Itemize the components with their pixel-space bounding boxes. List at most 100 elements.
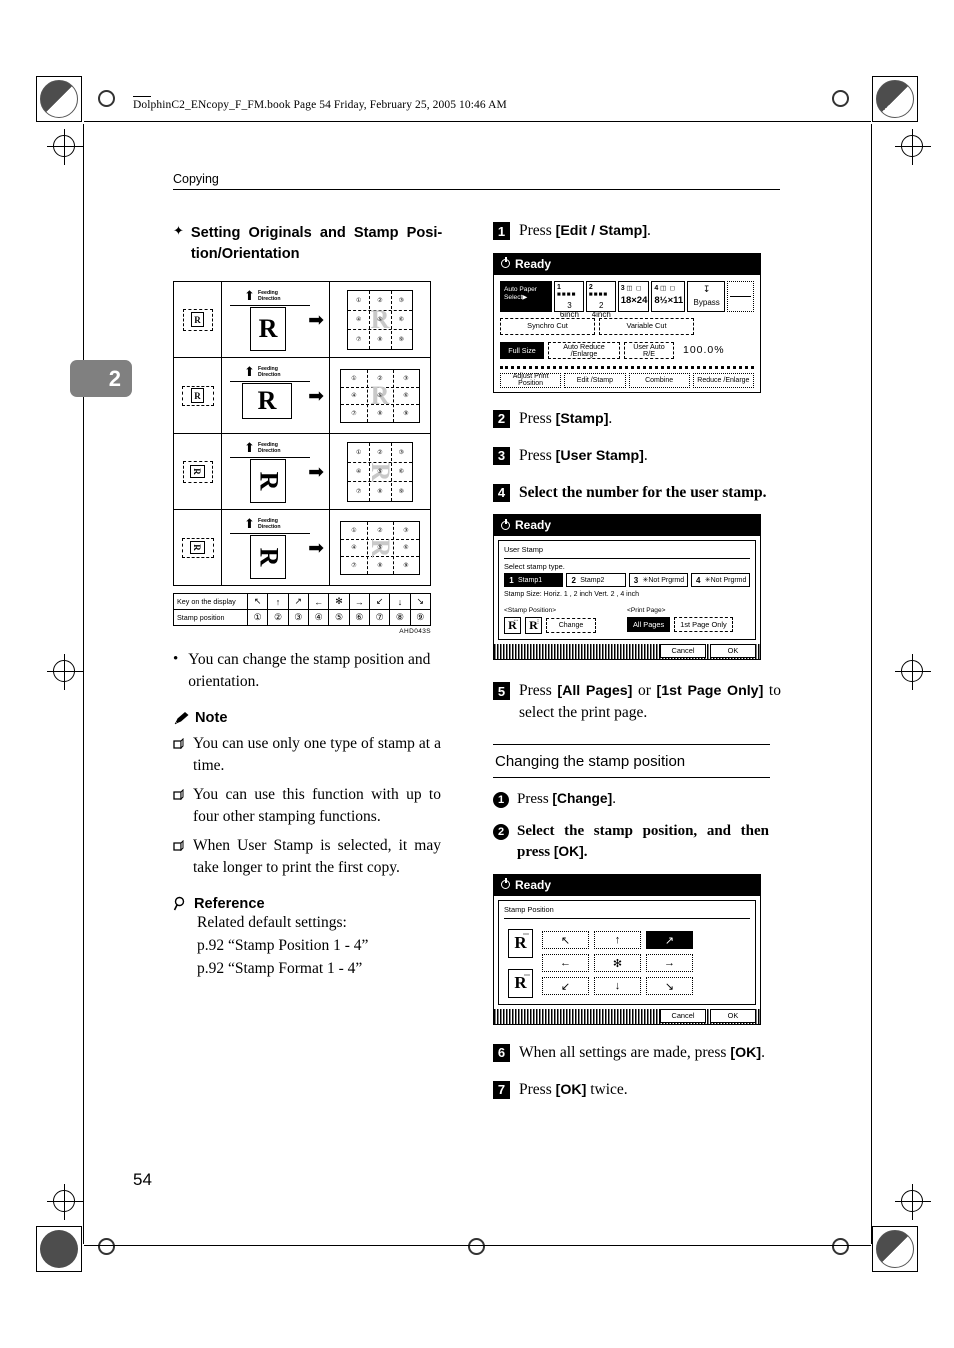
orientation-diagram: R ⬆ Feeding Direction R ➡ R ① ② ③ ④ ⑤ ⑥ … <box>173 281 431 587</box>
step-4: 4 Select the number for the user stamp. <box>493 482 783 504</box>
auto-paper-select-button[interactable]: Auto Paper Select▶ <box>500 280 552 312</box>
registration-dot-br <box>832 1238 849 1255</box>
grid-cell: ① <box>351 375 357 382</box>
ui-key-label: [All Pages] <box>557 683 633 700</box>
lcd-stamp-position-screen: Ready Stamp Position R ⋯ R ⋯ ↖ ↑ ↗ ← ✻ →… <box>493 873 761 1025</box>
full-size-button[interactable]: Full Size <box>500 341 544 359</box>
grid-cell: ⑦ <box>355 488 362 495</box>
feed-guide-line <box>230 532 310 534</box>
tab-reduce-enlarge[interactable]: Reduce /Enlarge <box>692 372 754 388</box>
note-heading: Note <box>173 710 463 726</box>
position-button-top-right[interactable]: ↗ <box>646 931 693 950</box>
grid-cell: ⑤ <box>377 317 383 324</box>
diagram-row: R ⬆ Feeding Direction R ➡ R ① ② ③ ④ ⑤ ⑥ … <box>174 282 430 359</box>
original-letter: R <box>191 312 204 328</box>
step-text: Press [Edit / Stamp]. <box>519 222 651 239</box>
stamp-button-2[interactable]: 2 Stamp2 <box>566 573 626 588</box>
position-button-bottom-center[interactable]: ↓ <box>594 977 641 996</box>
note-label: Note <box>195 710 228 727</box>
feeding-direction-cell: ⬆ Feeding Direction R ➡ <box>222 282 330 358</box>
user-auto-re-button[interactable]: User Auto R/E <box>624 341 674 359</box>
synchro-cut-button[interactable]: Synchro Cut <box>500 317 595 335</box>
reference-heading: Reference <box>173 896 463 912</box>
legend-key: ↗ <box>289 594 309 610</box>
pencil-icon <box>174 712 189 725</box>
legend-key: ✻ <box>329 594 350 610</box>
tab-edit-stamp[interactable]: Edit /Stamp <box>564 372 626 388</box>
stamp-index: 2 <box>571 575 576 585</box>
chapter-tab: 2 <box>70 360 132 397</box>
position-button-middle-left[interactable]: ← <box>542 954 589 973</box>
feeding-arrow-icon: ⬆ <box>244 287 255 303</box>
tray-button-4[interactable]: 4 ◫ ◻ 8½×11 <box>651 280 686 312</box>
stamp-position-group: <Stamp Position> R ⋯ R ⋮ Change <box>504 607 627 635</box>
crop-line-left <box>83 124 84 1244</box>
ok-button[interactable]: OK <box>710 644 756 659</box>
feeding-direction-label: Feeding Direction <box>258 517 281 531</box>
first-page-only-button[interactable]: 1st Page Only <box>674 617 733 633</box>
position-and-page-row: <Stamp Position> R ⋯ R ⋮ Change <Print Pag… <box>504 607 750 635</box>
grid-cell: ② <box>377 527 383 534</box>
auto-reduce-enlarge-button[interactable]: Auto Reduce /Enlarge <box>548 341 620 359</box>
grid-cell: ⑨ <box>403 562 409 569</box>
substep-text: Select the stamp position, and then pres… <box>517 822 769 860</box>
tab-adjust-print-position[interactable]: Adjust Print Position <box>500 372 562 388</box>
registration-dot-tl <box>98 90 115 107</box>
legend-position: ⑧ <box>390 610 411 626</box>
feed-guide-line <box>230 304 310 306</box>
cancel-button[interactable]: Cancel <box>660 644 706 659</box>
position-button-bottom-right[interactable]: ↘ <box>646 977 693 996</box>
position-button-top-center[interactable]: ↑ <box>594 931 641 950</box>
dialog-buttons: Cancel OK <box>660 1008 756 1023</box>
power-icon <box>501 518 510 530</box>
feeding-direction-label: Feeding Direction <box>258 365 281 379</box>
stamp-type-row: 1 Stamp1 2 Stamp2 3 ✳Not Prgrmd 4 ✳Not P… <box>504 573 750 588</box>
bypass-tray-button[interactable]: ↧ Bypass <box>687 280 726 312</box>
ok-button[interactable]: OK <box>710 1008 756 1023</box>
grid-cell: ③ <box>403 527 409 534</box>
step-number: 2 <box>493 409 510 428</box>
stamp-index: 1 <box>509 575 514 585</box>
tab-combine[interactable]: Combine <box>628 372 690 388</box>
step-number: 1 <box>493 222 510 240</box>
orientation-preview-2: R ⋯ <box>508 968 533 998</box>
position-button-center[interactable]: ✻ <box>594 954 641 973</box>
diagram-row: R ⬆ Feeding Direction R ➡ R ① ② ③ ④ ⑤ ⑥ … <box>174 434 430 511</box>
stamp-position-grid-cell: R ① ② ③ ④ ⑤ ⑥ ⑦ ⑧ ⑨ <box>330 282 430 357</box>
document-page: DolphinC2_ENcopy_F_FM.book Page 54 Frida… <box>0 0 954 1348</box>
reference-intro: Related default settings: <box>197 914 347 932</box>
position-button-middle-right[interactable]: → <box>646 954 693 973</box>
original-letter: R <box>190 541 205 555</box>
function-tab-row: Adjust Print Position Edit /Stamp Combin… <box>500 365 754 388</box>
ui-key-label: [Edit / Stamp] <box>555 223 648 239</box>
change-button[interactable]: Change <box>546 618 596 634</box>
tray-button-3[interactable]: 3 ◫ ◻ 18×24 <box>617 280 650 312</box>
chapter-title: Copying <box>173 172 219 186</box>
bullet-paragraph: • You can change the stamp position and … <box>173 649 463 693</box>
position-grid: R ① ② ③ ④ ⑤ ⑥ ⑦ ⑧ ⑨ <box>340 520 420 575</box>
registration-dot-tr <box>832 90 849 107</box>
variable-cut-button[interactable]: Variable Cut <box>599 317 694 335</box>
tray-button-1[interactable]: 1 ■■■■ 3 6inch <box>554 280 584 319</box>
bypass-icon: ↧ <box>702 283 711 294</box>
step-text: Press [All Pages] or [1st Page Only] to … <box>519 682 781 722</box>
grid-cell: ④ <box>351 393 357 400</box>
all-pages-button[interactable]: All Pages <box>627 617 671 633</box>
panel-divider <box>504 917 750 919</box>
cancel-button[interactable]: Cancel <box>660 1008 706 1023</box>
bullet-text: You can change the stamp position and or… <box>188 651 431 691</box>
stamp-button-4[interactable]: 4 ✳Not Prgrmd <box>690 573 750 588</box>
grid-cell: ① <box>355 449 362 456</box>
stamp-button-3[interactable]: 3 ✳Not Prgrmd <box>628 573 688 588</box>
crosshair-right-mid <box>895 654 931 690</box>
tray-button-2[interactable]: 2 ■■■■ 2 4inch <box>585 280 616 319</box>
legend-key: ↘ <box>416 596 425 607</box>
dialog-buttons: Cancel OK <box>660 644 756 659</box>
step-text: Press [OK] twice. <box>519 1080 628 1098</box>
user-stamp-panel: User Stamp Select stamp type. 1 Stamp1 2… <box>498 540 756 641</box>
step-number: 7 <box>493 1080 510 1099</box>
grid-cell: ④ <box>355 317 362 324</box>
stamp-button-1[interactable]: 1 Stamp1 <box>504 573 564 588</box>
position-button-top-left[interactable]: ↖ <box>542 931 589 950</box>
position-button-bottom-left[interactable]: ↙ <box>542 977 589 996</box>
